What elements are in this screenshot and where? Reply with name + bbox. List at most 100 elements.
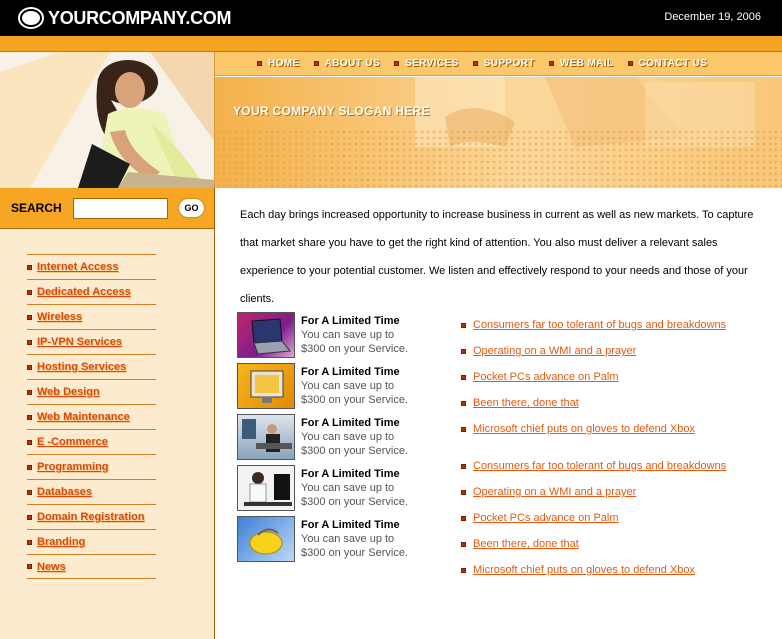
accent-bar xyxy=(0,36,782,52)
news-link[interactable]: Consumers far too tolerant of bugs and b… xyxy=(473,319,726,331)
search-go-button[interactable]: GO xyxy=(178,198,205,218)
office-thumb-icon xyxy=(237,414,295,460)
bullet-icon xyxy=(548,61,554,66)
sidebar-item-label: E -Commerce xyxy=(37,436,108,448)
sidebar-item-label: Internet Access xyxy=(37,261,119,273)
slogan-banner: YOUR COMPANY SLOGAN HERE xyxy=(215,77,782,188)
promo-item[interactable]: For A Limited Time You can save up to $3… xyxy=(237,516,413,567)
news-item[interactable]: Microsoft chief puts on gloves to defend… xyxy=(461,557,761,583)
promo-title: For A Limited Time xyxy=(301,417,400,429)
nav-support[interactable]: SUPPORT xyxy=(472,58,535,69)
bullet-icon xyxy=(461,489,466,495)
news-link[interactable]: Consumers far too tolerant of bugs and b… xyxy=(473,460,726,472)
search-input[interactable] xyxy=(73,197,168,219)
sidebar-item-domain-registration[interactable]: Domain Registration xyxy=(27,504,156,529)
sidebar-item-web-maintenance[interactable]: Web Maintenance xyxy=(27,404,156,429)
bullet-icon xyxy=(27,289,32,295)
sidebar-item-label: Programming xyxy=(37,461,109,473)
mouse-thumb-icon xyxy=(237,516,295,562)
news-item[interactable]: Consumers far too tolerant of bugs and b… xyxy=(461,312,761,338)
bullet-icon xyxy=(461,400,466,406)
banner-dot-pattern xyxy=(215,129,782,188)
sidebar-item-branding[interactable]: Branding xyxy=(27,529,156,554)
nav-contact-us[interactable]: CONTACT US xyxy=(627,58,708,69)
promo-item[interactable]: For A Limited Time You can save up to $3… xyxy=(237,414,413,465)
bullet-icon xyxy=(627,61,633,66)
laptop-thumb-icon xyxy=(237,312,295,358)
sidebar-item-internet-access[interactable]: Internet Access xyxy=(27,254,156,279)
news-item[interactable]: Consumers far too tolerant of bugs and b… xyxy=(461,453,761,479)
bullet-icon xyxy=(27,489,32,495)
woman-at-laptop-image xyxy=(0,52,214,188)
nav-label: SUPPORT xyxy=(483,58,535,69)
company-logo[interactable]: YOURCOMPANY.COM xyxy=(18,7,231,29)
bullet-icon xyxy=(27,439,32,445)
sidebar-item-e-commerce[interactable]: E -Commerce xyxy=(27,429,156,454)
promo-description: You can save up to $300 on your Service. xyxy=(301,533,409,559)
bullet-icon xyxy=(27,514,32,520)
bullet-icon xyxy=(461,567,466,573)
news-link[interactable]: Operating on a WMI and a prayer xyxy=(473,345,636,357)
sidebar-item-dedicated-access[interactable]: Dedicated Access xyxy=(27,279,156,304)
services-menu: Internet Access Dedicated Access Wireles… xyxy=(27,254,156,579)
sidebar-item-hosting-services[interactable]: Hosting Services xyxy=(27,354,156,379)
main-nav: HOME ABOUT US SERVICES SUPPORT WEB MAIL … xyxy=(215,52,782,76)
news-item[interactable]: Operating on a WMI and a prayer xyxy=(461,479,761,505)
nav-about-us[interactable]: ABOUT US xyxy=(313,58,380,69)
bullet-icon xyxy=(27,389,32,395)
news-link[interactable]: Microsoft chief puts on gloves to defend… xyxy=(473,564,695,576)
sidebar-item-databases[interactable]: Databases xyxy=(27,479,156,504)
header-bar: YOURCOMPANY.COM December 19, 2006 xyxy=(0,0,782,36)
sidebar-item-label: Databases xyxy=(37,486,93,498)
promo-title: For A Limited Time xyxy=(301,366,400,378)
promo-item[interactable]: For A Limited Time You can save up to $3… xyxy=(237,312,413,363)
bullet-icon xyxy=(461,463,466,469)
promo-title: For A Limited Time xyxy=(301,315,400,327)
bullet-icon xyxy=(27,539,32,545)
bullet-icon xyxy=(313,61,319,66)
monitor-thumb-icon xyxy=(237,363,295,409)
sidebar-item-web-design[interactable]: Web Design xyxy=(27,379,156,404)
sidebar-item-label: Domain Registration xyxy=(37,511,145,523)
intro-paragraph: Each day brings increased opportunity to… xyxy=(240,209,754,305)
bullet-icon xyxy=(27,464,32,470)
logo-text: YOURCOMPANY.COM xyxy=(48,7,232,28)
company-slogan: YOUR COMPANY SLOGAN HERE xyxy=(233,104,430,118)
news-item[interactable]: Pocket PCs advance on Palm xyxy=(461,364,761,390)
news-item[interactable]: Operating on a WMI and a prayer xyxy=(461,338,761,364)
promo-item[interactable]: For A Limited Time You can save up to $3… xyxy=(237,465,413,516)
promo-title: For A Limited Time xyxy=(301,468,400,480)
sidebar-item-wireless[interactable]: Wireless xyxy=(27,304,156,329)
news-item[interactable]: Been there, done that xyxy=(461,390,761,416)
nav-home[interactable]: HOME xyxy=(257,58,300,69)
sidebar-item-label: IP-VPN Services xyxy=(37,336,122,348)
news-link[interactable]: Microsoft chief puts on gloves to defend… xyxy=(473,423,695,435)
news-link[interactable]: Operating on a WMI and a prayer xyxy=(473,486,636,498)
bullet-icon xyxy=(461,348,466,354)
sidebar-item-programming[interactable]: Programming xyxy=(27,454,156,479)
sidebar-item-news[interactable]: News xyxy=(27,554,156,579)
nav-label: SERVICES xyxy=(405,58,459,69)
bullet-icon xyxy=(27,339,32,345)
bullet-icon xyxy=(27,564,32,569)
news-item[interactable]: Pocket PCs advance on Palm xyxy=(461,505,761,531)
current-date: December 19, 2006 xyxy=(664,11,761,23)
nav-services[interactable]: SERVICES xyxy=(394,58,459,69)
news-link[interactable]: Been there, done that xyxy=(473,538,579,550)
sidebar-item-label: Dedicated Access xyxy=(37,286,131,298)
news-link[interactable]: Pocket PCs advance on Palm xyxy=(473,371,619,383)
nav-web-mail[interactable]: WEB MAIL xyxy=(548,58,614,69)
promo-item[interactable]: For A Limited Time You can save up to $3… xyxy=(237,363,413,414)
news-link[interactable]: Been there, done that xyxy=(473,397,579,409)
promo-description: You can save up to $300 on your Service. xyxy=(301,329,409,355)
nav-label: WEB MAIL xyxy=(559,58,614,69)
news-item[interactable]: Microsoft chief puts on gloves to defend… xyxy=(461,416,761,442)
sidebar-item-ip-vpn-services[interactable]: IP-VPN Services xyxy=(27,329,156,354)
promo-description: You can save up to $300 on your Service. xyxy=(301,380,409,406)
bullet-icon xyxy=(461,426,466,432)
logo-icon xyxy=(18,7,44,29)
bullet-icon xyxy=(27,364,32,370)
news-link[interactable]: Pocket PCs advance on Palm xyxy=(473,512,619,524)
bullet-icon xyxy=(27,264,32,270)
news-item[interactable]: Been there, done that xyxy=(461,531,761,557)
